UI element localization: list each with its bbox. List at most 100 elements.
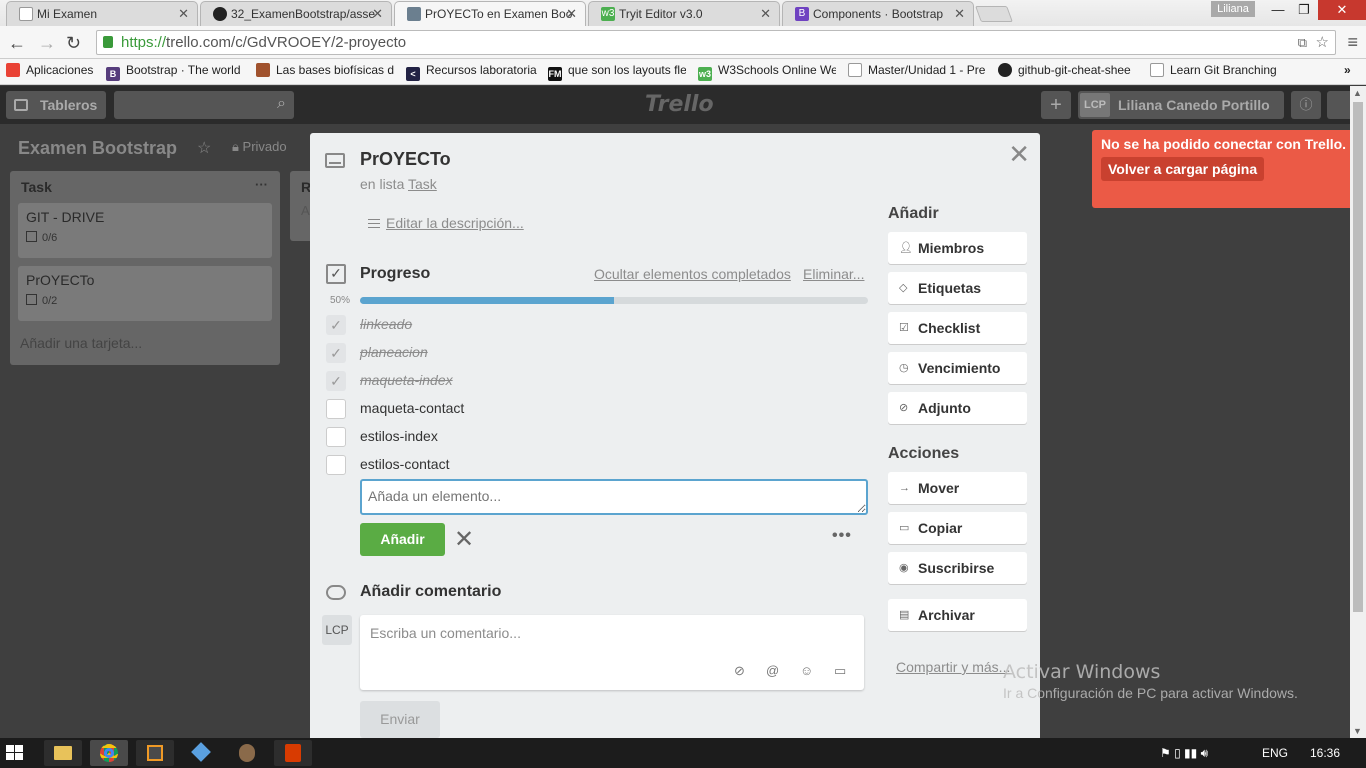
comment-input[interactable]: Escriba un comentario... ⊘ @ ☺ ▭	[360, 615, 864, 690]
item-text[interactable]: estilos-index	[360, 428, 438, 444]
scroll-down-icon[interactable]: ▼	[1353, 726, 1362, 736]
clock[interactable]: 16:36	[1310, 746, 1340, 760]
avatar[interactable]: LCP	[322, 615, 352, 645]
checklist-item[interactable]: estilos-index	[326, 425, 866, 451]
list-title[interactable]: Task	[10, 171, 280, 203]
checklist-item[interactable]: ✓ maqueta-index	[326, 369, 866, 395]
labels-button[interactable]: ◇ Etiquetas	[888, 272, 1027, 304]
search-input[interactable]: ⌕	[114, 91, 294, 119]
restore-icon[interactable]: ❐	[1290, 0, 1318, 20]
checklist-item[interactable]: ✓ linkeado	[326, 313, 866, 339]
card-proyecto[interactable]: PrOYECTo 0/2	[18, 266, 272, 321]
trello-logo[interactable]: Trello	[645, 92, 714, 117]
bookmark-layouts[interactable]: FM que son los layouts fle	[548, 63, 686, 81]
git-app-icon[interactable]	[182, 740, 220, 766]
bookmark-learn-git[interactable]: Learn Git Branching	[1150, 63, 1290, 77]
share-more-link[interactable]: Compartir y más...	[896, 659, 1010, 675]
info-icon[interactable]: ⓘ	[1291, 91, 1321, 119]
emoji-icon[interactable]: ☺	[800, 663, 813, 678]
system-tray[interactable]: ⚑ ▯ ▮▮ 🔊︎	[1160, 746, 1208, 761]
close-icon[interactable]: ✕	[1008, 139, 1030, 170]
user-menu-button[interactable]: LCP Liliana Canedo Portillo	[1078, 91, 1284, 119]
checked-checkbox-icon[interactable]: ✓	[326, 343, 346, 363]
gimp-icon[interactable]	[228, 740, 266, 766]
archive-button[interactable]: ▤ Archivar	[888, 599, 1027, 631]
bookmark-apps[interactable]: Aplicaciones	[6, 63, 101, 77]
star-icon[interactable]: ☆	[197, 138, 211, 158]
checkbox[interactable]	[326, 399, 346, 419]
page-scrollbar[interactable]: ▲ ▼	[1350, 86, 1366, 738]
item-text[interactable]: planeacion	[360, 344, 428, 360]
due-date-button[interactable]: ◷ Vencimiento	[888, 352, 1027, 384]
checklist-item[interactable]: ✓ planeacion	[326, 341, 866, 367]
reload-page-button[interactable]: Volver a cargar página	[1101, 157, 1265, 181]
close-tab-icon[interactable]: ✕	[566, 6, 577, 22]
list-menu-icon[interactable]: ···	[255, 177, 268, 192]
office-icon[interactable]	[274, 740, 312, 766]
item-text[interactable]: maqueta-contact	[360, 400, 464, 416]
card-title[interactable]: PrOYECTo	[360, 149, 451, 170]
file-explorer-icon[interactable]	[44, 740, 82, 766]
delete-checklist-link[interactable]: Eliminar...	[803, 266, 864, 282]
close-tab-icon[interactable]: ✕	[178, 6, 189, 22]
board-title[interactable]: Examen Bootstrap	[18, 138, 177, 159]
close-window-icon[interactable]: ✕	[1318, 0, 1366, 20]
scrollbar-thumb[interactable]	[1353, 102, 1363, 612]
card-git-drive[interactable]: GIT - DRIVE 0/6	[18, 203, 272, 258]
add-card-link[interactable]: Añadir una tarjeta...	[10, 329, 280, 361]
tab-trello-active[interactable]: PrOYECTo en Examen Boo ✕	[394, 1, 586, 26]
bookmark-bootstrap[interactable]: B Bootstrap · The world	[106, 63, 242, 81]
forward-icon[interactable]: →	[38, 33, 56, 54]
language-indicator[interactable]: ENG	[1262, 746, 1288, 760]
bookmark-git-cheat[interactable]: github-git-cheat-shee	[998, 63, 1136, 77]
card-icon[interactable]: ▭	[834, 663, 846, 679]
checklist-title[interactable]: Progreso	[360, 265, 430, 283]
tab-tryit[interactable]: w3 Tryit Editor v3.0 ✕	[588, 1, 780, 26]
minimize-icon[interactable]: —	[1264, 0, 1292, 20]
mention-icon[interactable]: @	[766, 663, 779, 678]
boards-button[interactable]: Tableros	[6, 91, 106, 119]
checked-checkbox-icon[interactable]: ✓	[326, 315, 346, 335]
create-button[interactable]: +	[1041, 91, 1071, 119]
close-tab-icon[interactable]: ✕	[760, 6, 771, 22]
back-icon[interactable]: ←	[8, 33, 26, 54]
close-tab-icon[interactable]: ✕	[954, 6, 965, 22]
cancel-icon[interactable]: ✕	[454, 525, 474, 554]
hide-completed-link[interactable]: Ocultar elementos completados	[594, 266, 791, 282]
new-tab-button[interactable]	[975, 6, 1013, 22]
more-bookmarks-icon[interactable]: »	[1344, 63, 1351, 77]
attachment-button[interactable]: ⊘ Adjunto	[888, 392, 1027, 424]
tab-github[interactable]: 32_ExamenBootstrap/asse ✕	[200, 1, 392, 26]
sublime-icon[interactable]	[136, 740, 174, 766]
chrome-icon[interactable]	[90, 740, 128, 766]
copy-button[interactable]: ▭ Copiar	[888, 512, 1027, 544]
tab-bootstrap[interactable]: B Components · Bootstrap ✕	[782, 1, 974, 26]
checkbox[interactable]	[326, 455, 346, 475]
checkbox[interactable]	[326, 427, 346, 447]
checklist-button[interactable]: ☑ Checklist	[888, 312, 1027, 344]
bookmark-master[interactable]: Master/Unidad 1 - Pre	[848, 63, 988, 77]
paperclip-icon[interactable]: ⊘	[734, 663, 745, 679]
list-link[interactable]: Task	[408, 176, 437, 192]
visibility-button[interactable]: 🔒︎ Privado	[232, 139, 287, 155]
star-bookmark-icon[interactable]: ☆	[1316, 31, 1329, 54]
subscribe-button[interactable]: ◉ Suscribirse	[888, 552, 1027, 584]
menu-icon[interactable]: ≡	[1347, 32, 1358, 53]
item-text[interactable]: maqueta-index	[360, 372, 453, 388]
members-button[interactable]: 👤︎ Miembros	[888, 232, 1027, 264]
edit-description-link[interactable]: Editar la descripción...	[368, 215, 524, 231]
more-options-icon[interactable]: •••	[832, 527, 852, 545]
send-button[interactable]: Enviar	[360, 701, 440, 738]
item-text[interactable]: estilos-contact	[360, 456, 449, 472]
search-icon[interactable]: ⌕	[277, 95, 286, 113]
reload-icon[interactable]: ↻	[66, 33, 81, 54]
checklist-item[interactable]: maqueta-contact	[326, 397, 866, 423]
url-bar[interactable]: https://trello.com/c/GdVROOEY/2-proyecto…	[96, 30, 1336, 55]
windows-start-icon[interactable]	[6, 745, 24, 761]
checklist-item[interactable]: estilos-contact	[326, 453, 866, 479]
scroll-up-icon[interactable]: ▲	[1353, 88, 1362, 98]
checked-checkbox-icon[interactable]: ✓	[326, 371, 346, 391]
bookmark-w3schools[interactable]: w3 W3Schools Online We	[698, 63, 836, 81]
new-item-input[interactable]	[360, 479, 868, 515]
tab-mi-examen[interactable]: Mi Examen ✕	[6, 1, 198, 26]
